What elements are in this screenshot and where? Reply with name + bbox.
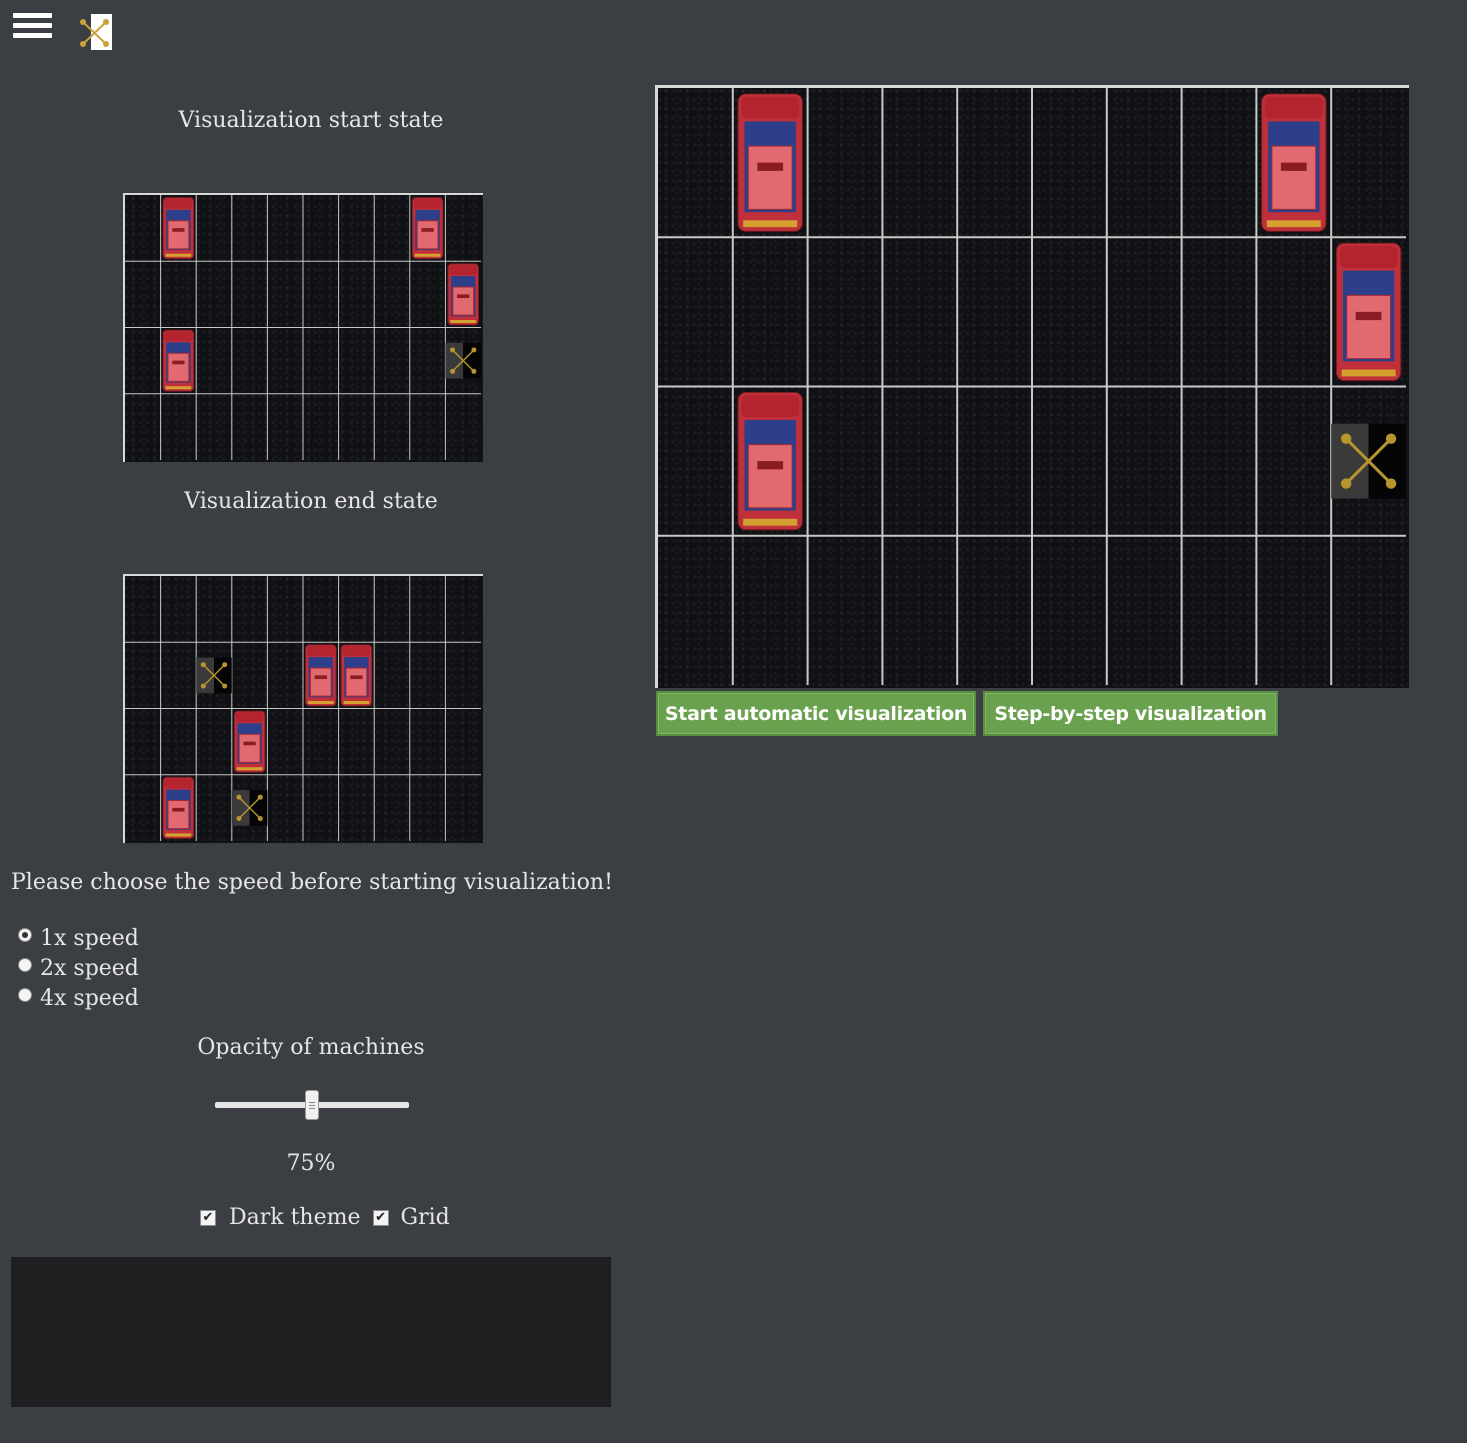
- theme-options: ✔ Dark theme ✔ Grid: [200, 1205, 450, 1230]
- opacity-slider-thumb[interactable]: [305, 1090, 319, 1120]
- speed-options: 1x speed 2x speed 4x speed: [18, 923, 139, 1013]
- speed-option-4x[interactable]: 4x speed: [18, 983, 139, 1013]
- hamburger-menu-icon[interactable]: [13, 13, 52, 45]
- end-state-caption: Visualization end state: [184, 489, 438, 514]
- visualization-grid: [655, 85, 1409, 688]
- start-state-grid: [123, 193, 483, 462]
- radio-2x-speed[interactable]: [18, 958, 32, 972]
- speed-prompt: Please choose the speed before starting …: [11, 870, 613, 895]
- car-icon: [737, 391, 803, 531]
- car-icon: [411, 197, 444, 260]
- dark-theme-label: Dark theme: [229, 1205, 361, 1230]
- car-icon: [737, 93, 803, 232]
- radio-4x-speed[interactable]: [18, 988, 32, 1002]
- step-by-step-visualization-button[interactable]: Step-by-step visualization: [983, 691, 1278, 736]
- start-state-caption: Visualization start state: [178, 108, 444, 133]
- grid-checkbox[interactable]: ✔: [372, 1209, 389, 1226]
- speed-option-label: 1x speed: [40, 925, 139, 951]
- car-icon: [1335, 242, 1402, 382]
- app-logo-icon[interactable]: [79, 14, 112, 50]
- machine-icon: [231, 790, 268, 826]
- start-automatic-visualization-button[interactable]: Start automatic visualization: [656, 691, 976, 736]
- machine-icon: [196, 657, 232, 694]
- car-icon: [233, 710, 266, 773]
- car-icon: [340, 644, 373, 707]
- opacity-value: 75%: [286, 1151, 336, 1176]
- machine-icon: [1331, 423, 1406, 499]
- log-panel: [11, 1257, 611, 1407]
- grid-label: Grid: [400, 1205, 450, 1230]
- speed-option-label: 4x speed: [40, 985, 139, 1011]
- car-icon: [1261, 93, 1327, 232]
- car-icon: [304, 644, 337, 707]
- dark-theme-checkbox[interactable]: ✔: [200, 1209, 216, 1226]
- end-state-grid: [123, 574, 483, 843]
- speed-option-1x[interactable]: 1x speed: [18, 923, 139, 953]
- radio-1x-speed[interactable]: [18, 928, 32, 942]
- car-icon: [162, 776, 195, 839]
- car-icon: [162, 197, 195, 260]
- machine-icon: [445, 342, 481, 379]
- car-icon: [162, 329, 195, 392]
- speed-option-label: 2x speed: [40, 955, 139, 981]
- opacity-label: Opacity of machines: [197, 1035, 425, 1060]
- car-icon: [447, 263, 480, 326]
- speed-option-2x[interactable]: 2x speed: [18, 953, 139, 983]
